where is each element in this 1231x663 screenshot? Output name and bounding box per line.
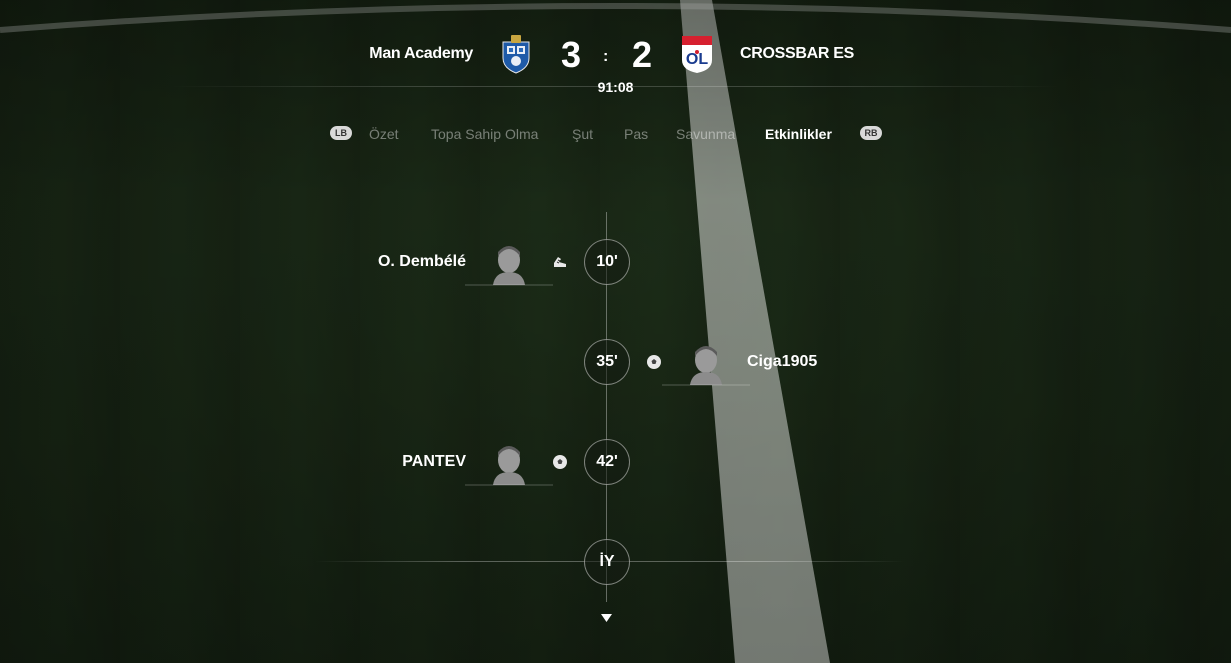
match-clock: 91:08	[597, 79, 634, 95]
player-avatar	[465, 446, 553, 486]
rb-button[interactable]: RB	[860, 126, 882, 140]
tab-sut[interactable]: Şut	[572, 126, 593, 142]
event-player-name: O. Dembélé	[377, 253, 466, 270]
away-team-name: CROSSBAR ES	[740, 45, 855, 62]
tab-pas[interactable]: Pas	[624, 126, 648, 142]
tab-etkinlikler[interactable]: Etkinlikler	[765, 126, 832, 142]
boot-icon	[554, 257, 566, 267]
home-team-name: Man Academy	[369, 45, 473, 62]
half-time-marker: İY	[584, 539, 630, 585]
lb-button[interactable]: LB	[330, 126, 352, 140]
player-avatar	[662, 346, 750, 386]
event-minute: 10'	[584, 239, 630, 285]
ball-icon	[553, 455, 567, 469]
chevron-down-icon[interactable]	[601, 614, 612, 622]
away-score: 2	[632, 34, 653, 75]
home-crest-icon	[502, 35, 530, 74]
tab-savunma[interactable]: Savunma	[676, 126, 735, 142]
home-score: 3	[561, 34, 582, 75]
tab-ozet[interactable]: Özet	[369, 126, 399, 142]
event-minute: 42'	[584, 439, 630, 485]
stats-tabs: LB Özet Topa Sahip Olma Şut Pas Savunma …	[0, 124, 1231, 146]
score-separator: :	[603, 48, 609, 65]
event-minute: 35'	[584, 339, 630, 385]
event-player-name: Ciga1905	[747, 353, 818, 370]
header-divider	[170, 86, 1060, 87]
tab-topa-sahip-olma[interactable]: Topa Sahip Olma	[431, 126, 538, 142]
player-avatar	[465, 246, 553, 286]
event-player-name: PANTEV	[402, 453, 466, 470]
away-crest-icon: OL	[682, 36, 712, 73]
ball-icon	[647, 355, 661, 369]
scoreboard: Man Academy 3 : 2 OL CROSSBAR ES 91:08	[0, 28, 1231, 98]
